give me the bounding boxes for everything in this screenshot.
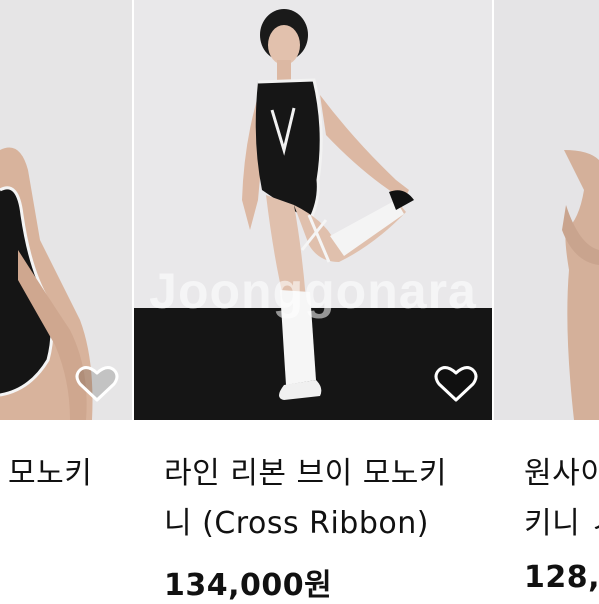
- product-title-line1[interactable]: 라인 리본 브이 모노키: [164, 448, 447, 500]
- product-title-line2: 키니 ㅅ: [524, 506, 599, 541]
- wishlist-heart-icon[interactable]: [75, 364, 119, 404]
- product-image-left[interactable]: [0, 0, 132, 420]
- product-image-right[interactable]: [494, 0, 599, 420]
- product-title-line2[interactable]: 니 (Cross Ribbon): [164, 498, 429, 550]
- watermark-text: Joonggonara: [149, 263, 477, 319]
- product-price: 128,0: [524, 560, 599, 595]
- wishlist-heart-icon[interactable]: [434, 364, 478, 404]
- product-image-center[interactable]: Joonggonara: [134, 0, 492, 420]
- product-title-line1: 모노키: [8, 456, 93, 491]
- product-price: 134,000원: [164, 568, 333, 603]
- product-title-line1: 원사이: [524, 456, 599, 491]
